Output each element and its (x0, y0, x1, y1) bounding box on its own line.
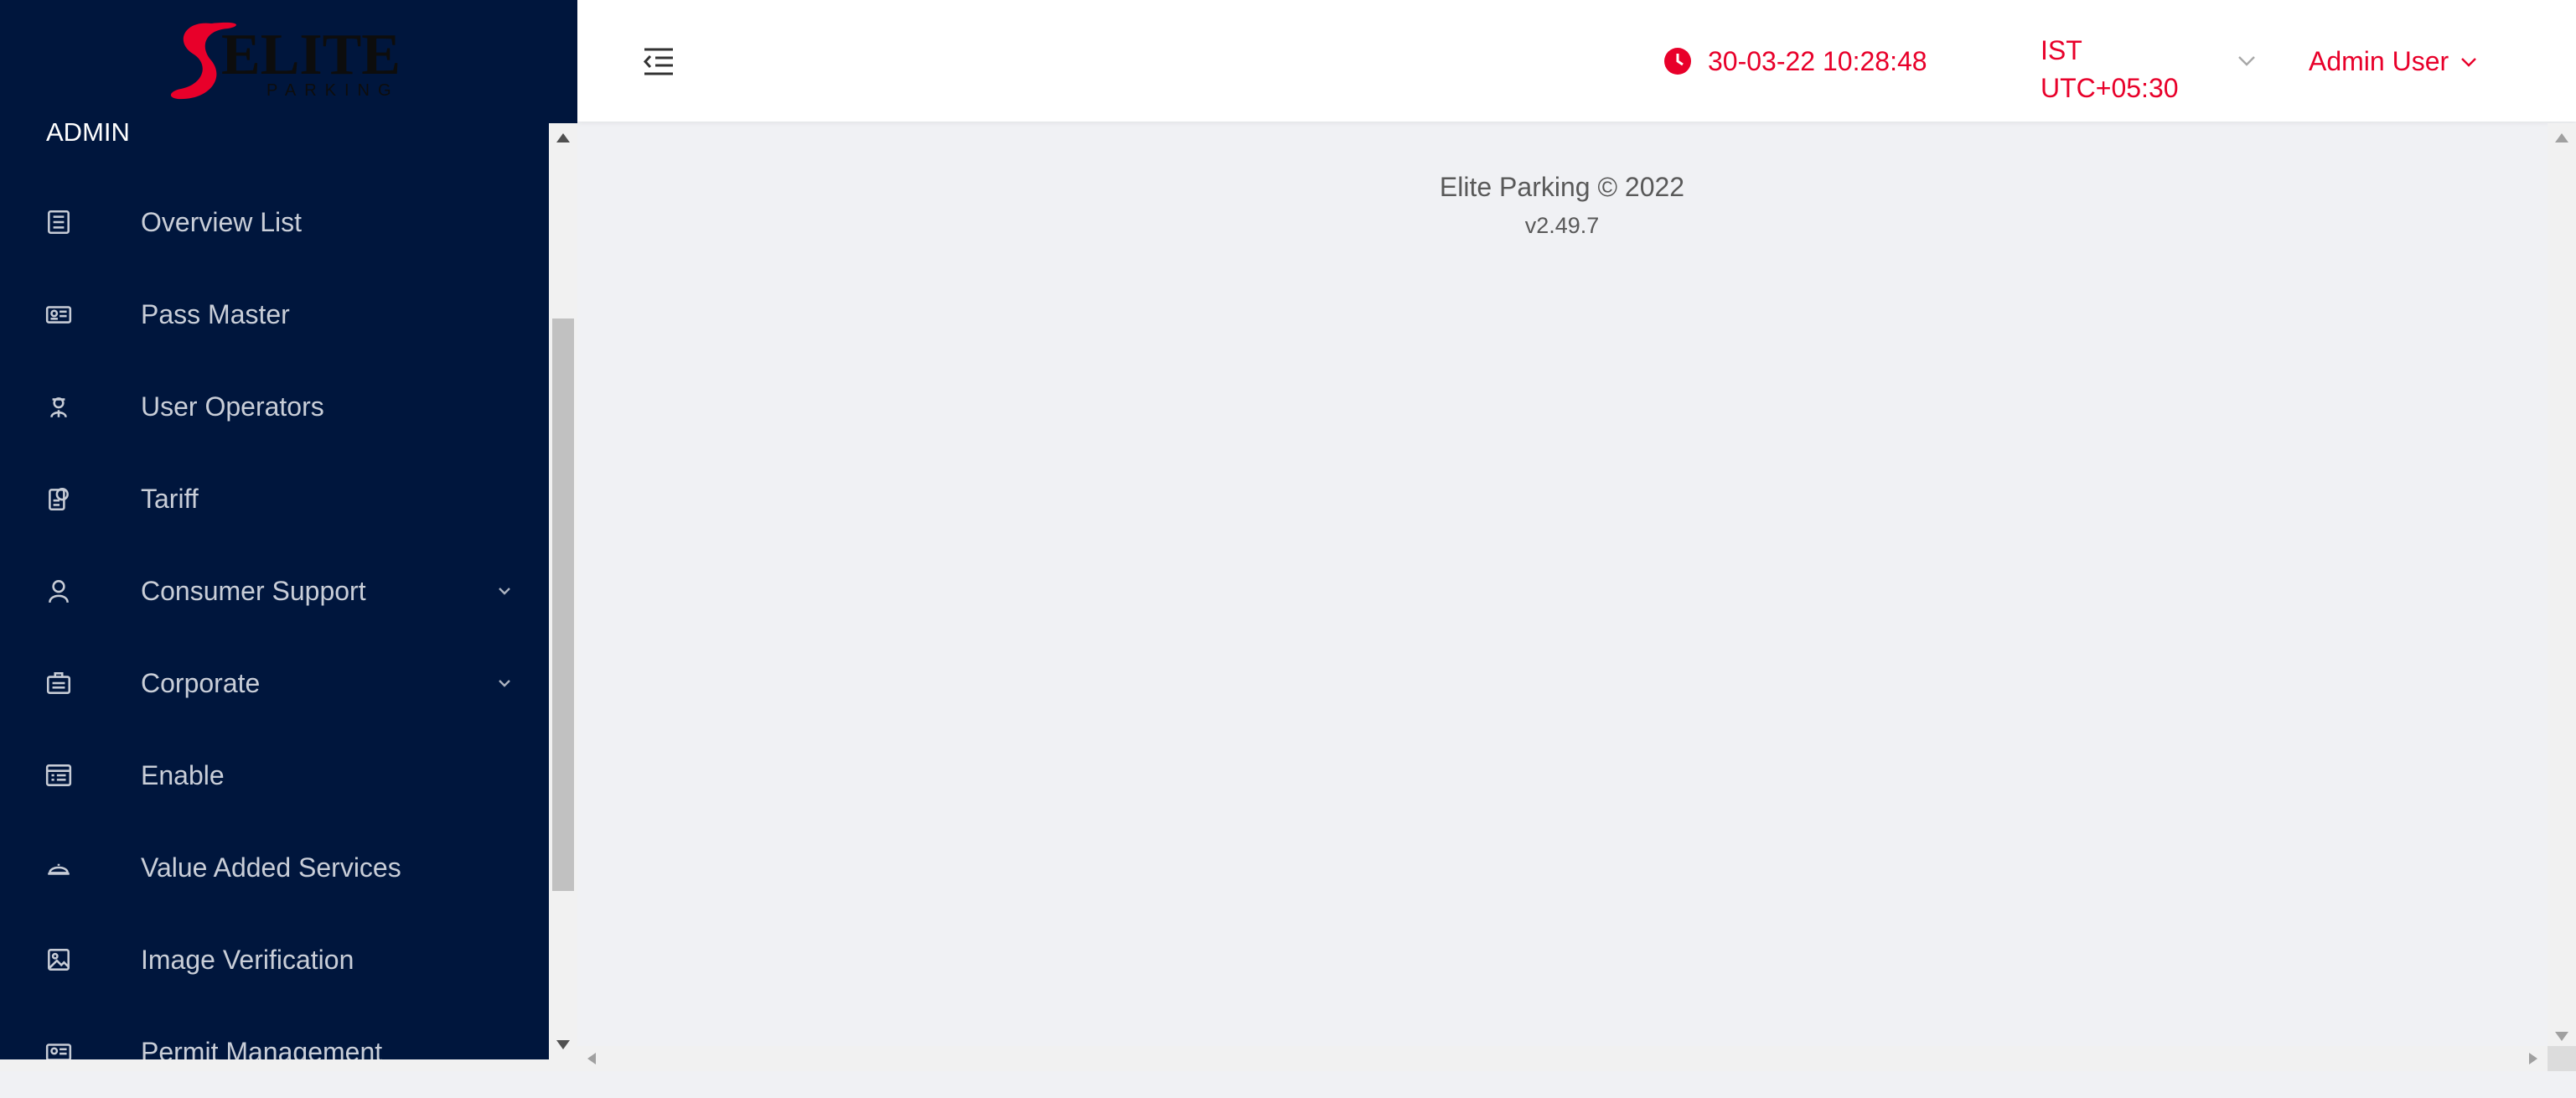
sidebar-item-tariff[interactable]: Tariff (0, 453, 549, 545)
id-card-icon (42, 298, 75, 331)
sidebar: ELITE PARKING ADMIN Overview List Pass M… (0, 0, 577, 1071)
svg-text:PARKING: PARKING (266, 81, 400, 100)
sidebar-item-label: Enable (141, 759, 225, 790)
top-header: 30-03-22 10:28:48 IST UTC+05:30 Admin Us… (577, 0, 2576, 122)
current-datetime: 30-03-22 10:28:48 (1708, 46, 1927, 76)
scroll-down-arrow-icon[interactable] (2555, 1032, 2568, 1041)
sidebar-item-permit-management[interactable]: Permit Management (0, 1006, 549, 1098)
clock-icon (1663, 47, 1692, 75)
sidebar-item-pass-master[interactable]: Pass Master (0, 268, 549, 360)
sidebar-toggle-button[interactable] (641, 44, 676, 78)
image-icon (42, 943, 75, 976)
scroll-up-arrow-icon[interactable] (2555, 133, 2568, 142)
timezone-select[interactable]: IST UTC+05:30 (2041, 32, 2179, 107)
sidebar-item-label: Image Verification (141, 944, 354, 975)
user-menu[interactable]: Admin User (2309, 46, 2479, 77)
version-text: v2.49.7 (1524, 213, 1600, 238)
user-icon (42, 574, 75, 608)
sidebar-horizontal-scrollbar[interactable] (0, 1059, 577, 1071)
sidebar-item-label: Consumer Support (141, 575, 366, 606)
main-horizontal-scrollbar[interactable] (577, 1046, 2548, 1071)
sidebar-item-label: Corporate (141, 667, 261, 698)
scroll-left-arrow-icon[interactable] (587, 1053, 596, 1064)
timezone-abbr: IST (2041, 35, 2082, 65)
sidebar-item-user-operators[interactable]: User Operators (0, 360, 549, 453)
sidebar-item-image-verification[interactable]: Image Verification (0, 914, 549, 1006)
sidebar-item-label: Overview List (141, 206, 303, 237)
page-footer: Elite Parking © 2022 v2.49.7 (577, 172, 2547, 239)
sidebar-item-consumer-support[interactable]: Consumer Support (0, 545, 549, 637)
chevron-down-icon[interactable] (493, 671, 516, 695)
menu-fold-icon (643, 48, 673, 75)
sidebar-menu: Overview List Pass Master User Operators… (0, 176, 549, 1098)
chevron-down-icon[interactable] (493, 579, 516, 603)
briefcase-icon (42, 666, 75, 700)
scrollbar-thumb[interactable] (552, 319, 574, 891)
timezone-offset: UTC+05:30 (2041, 73, 2179, 103)
scroll-right-arrow-icon[interactable] (2529, 1053, 2537, 1064)
sidebar-item-value-added-services[interactable]: Value Added Services (0, 821, 549, 914)
list-icon (42, 205, 75, 239)
scrollbar-corner (2548, 1046, 2576, 1071)
sidebar-item-label: Value Added Services (141, 852, 401, 883)
scroll-down-arrow-icon[interactable] (556, 1040, 570, 1049)
svg-text:ELITE: ELITE (221, 23, 401, 87)
sidebar-section-title: ADMIN (46, 117, 130, 147)
sidebar-item-label: User Operators (141, 391, 324, 422)
chevron-down-icon (2461, 57, 2477, 67)
elite-parking-logo[interactable]: ELITE PARKING (159, 8, 427, 109)
tariff-icon (42, 482, 75, 515)
sidebar-item-overview-list[interactable]: Overview List (0, 176, 549, 268)
sidebar-scrollbar[interactable] (549, 123, 577, 1059)
sidebar-item-corporate[interactable]: Corporate (0, 637, 549, 729)
operator-icon (42, 390, 75, 423)
sidebar-item-enable[interactable]: Enable (0, 729, 549, 821)
main-vertical-scrollbar[interactable] (2548, 123, 2576, 1051)
form-icon (42, 759, 75, 792)
sidebar-item-label: Pass Master (141, 298, 290, 329)
copyright-text: Elite Parking © 2022 (1439, 172, 1685, 202)
chevron-down-icon[interactable] (2235, 49, 2258, 72)
user-name: Admin User (2309, 46, 2449, 76)
service-bell-icon (42, 851, 75, 884)
sidebar-item-label: Tariff (141, 483, 199, 514)
scroll-up-arrow-icon[interactable] (556, 133, 570, 142)
